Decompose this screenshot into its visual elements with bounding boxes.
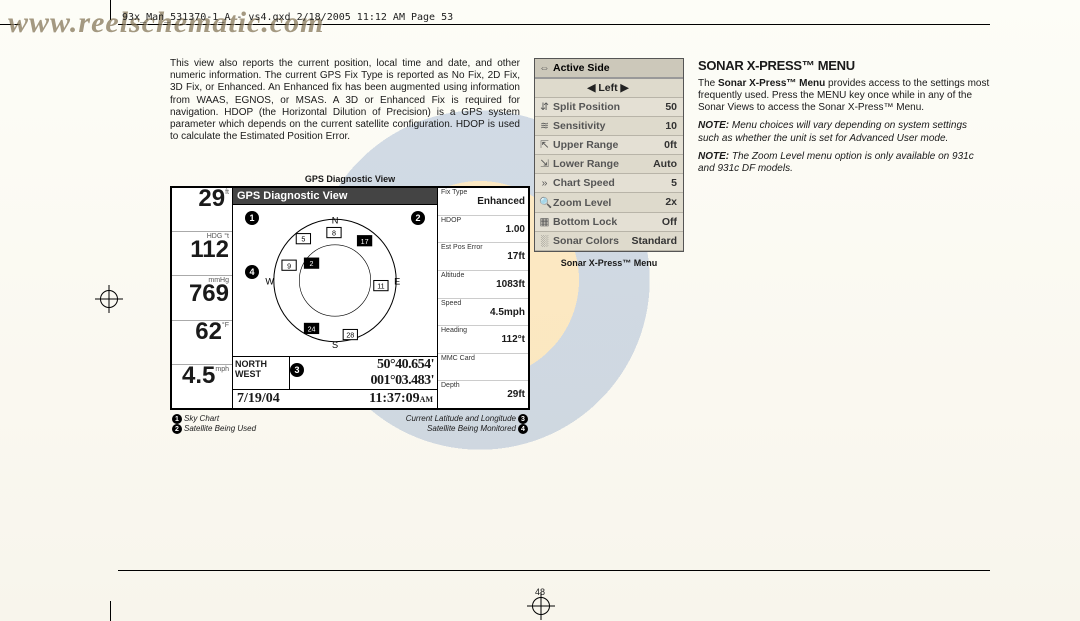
- page-header-meta: 93x_Man_531370-1_A - vs4.qxd 2/18/2005 1…: [122, 12, 453, 23]
- svg-text:E: E: [394, 277, 400, 287]
- svg-text:28: 28: [346, 332, 354, 340]
- gps-coords: NORTHWEST 3 50°40.654'001°03.483': [233, 357, 437, 390]
- menu-value: Standard: [631, 235, 677, 247]
- chart-speed-icon: »: [539, 177, 550, 189]
- gps-datetime: 7/19/04 11:37:09AM: [233, 390, 437, 408]
- callout-text-1: Sky Chart: [184, 414, 219, 423]
- menu-value: 10: [665, 120, 677, 132]
- note-1: NOTE: Menu choices will vary depending o…: [698, 120, 990, 144]
- menu-label: Bottom Lock: [553, 216, 617, 228]
- body-text: The Sonar X-Press™ Menu provides access …: [698, 78, 989, 113]
- bottom-lock-icon: ▦: [539, 216, 550, 228]
- menu-value: Auto: [653, 158, 677, 170]
- menu-label: Zoom Level: [553, 197, 611, 209]
- gps-screen-title: GPS Diagnostic View: [233, 188, 437, 205]
- menu-value: 50: [665, 101, 677, 113]
- menu-value: 0ft: [664, 139, 677, 151]
- body-paragraph-1: This view also reports the current posit…: [170, 58, 520, 143]
- callout-text-3: Current Latitude and Longitude: [406, 414, 516, 423]
- menu-label: Lower Range: [553, 158, 619, 170]
- sonar-xpress-menu: ⇔Active Side ◀ Left ▶ ⇵Split Position50 …: [534, 58, 684, 252]
- svg-text:W: W: [265, 277, 274, 287]
- gps-sky-chart: N S W E 5 8 17 9 2 11 24 28 1: [233, 205, 437, 357]
- upper-range-icon: ⇱: [539, 139, 550, 151]
- svg-text:11: 11: [377, 283, 384, 291]
- gps-diagnostic-figure: GPS Diagnostic View ft29 HDG °t112 mmHg7…: [170, 168, 530, 434]
- menu-label: Chart Speed: [553, 177, 615, 189]
- menu-label: Active Side: [553, 62, 610, 74]
- callout-text-2: Satellite Being Used: [184, 424, 256, 433]
- menu-value: 2x: [665, 196, 677, 209]
- callout-2-icon: 2: [411, 211, 425, 225]
- section-heading: SONAR X-PRESS™ MENU: [698, 58, 990, 74]
- svg-text:5: 5: [301, 236, 305, 244]
- menu-value: 5: [671, 177, 677, 189]
- menu-label: Sensitivity: [553, 120, 606, 132]
- svg-text:17: 17: [361, 238, 369, 246]
- sonar-colors-icon: ░: [539, 235, 550, 247]
- callout-4-icon: 4: [245, 265, 259, 279]
- menu-label: Sonar Colors: [553, 235, 619, 247]
- note-2: NOTE: The Zoom Level menu option is only…: [698, 151, 990, 175]
- svg-text:N: N: [332, 215, 339, 225]
- svg-text:9: 9: [287, 262, 291, 270]
- menu-label: Split Position: [553, 101, 620, 113]
- callout-3-icon: 3: [290, 363, 304, 377]
- sensitivity-icon: ≋: [539, 120, 550, 132]
- split-icon: ⇵: [539, 101, 550, 113]
- svg-text:8: 8: [332, 230, 336, 238]
- menu-value: Off: [662, 216, 677, 228]
- header-rule: [118, 24, 990, 25]
- svg-text:24: 24: [308, 326, 316, 334]
- sonar-menu-caption: Sonar X-Press™ Menu: [534, 258, 684, 268]
- svg-text:S: S: [332, 340, 338, 350]
- active-side-icon: ⇔: [539, 62, 550, 74]
- gps-right-column: Fix TypeEnhanced HDOP1.00 Est Pos Error1…: [437, 188, 528, 408]
- gps-figure-caption: GPS Diagnostic View: [170, 174, 530, 184]
- callout-text-4: Satellite Being Monitored: [427, 424, 516, 433]
- callout-1-icon: 1: [245, 211, 259, 225]
- menu-value-selector[interactable]: ◀ Left ▶: [535, 79, 683, 98]
- zoom-icon: 🔍: [539, 196, 550, 209]
- lower-range-icon: ⇲: [539, 158, 550, 170]
- gps-left-column: ft29 HDG °t112 mmHg769 °F62 mph4.5: [172, 188, 233, 408]
- svg-text:2: 2: [310, 260, 314, 268]
- menu-label: Upper Range: [553, 139, 618, 151]
